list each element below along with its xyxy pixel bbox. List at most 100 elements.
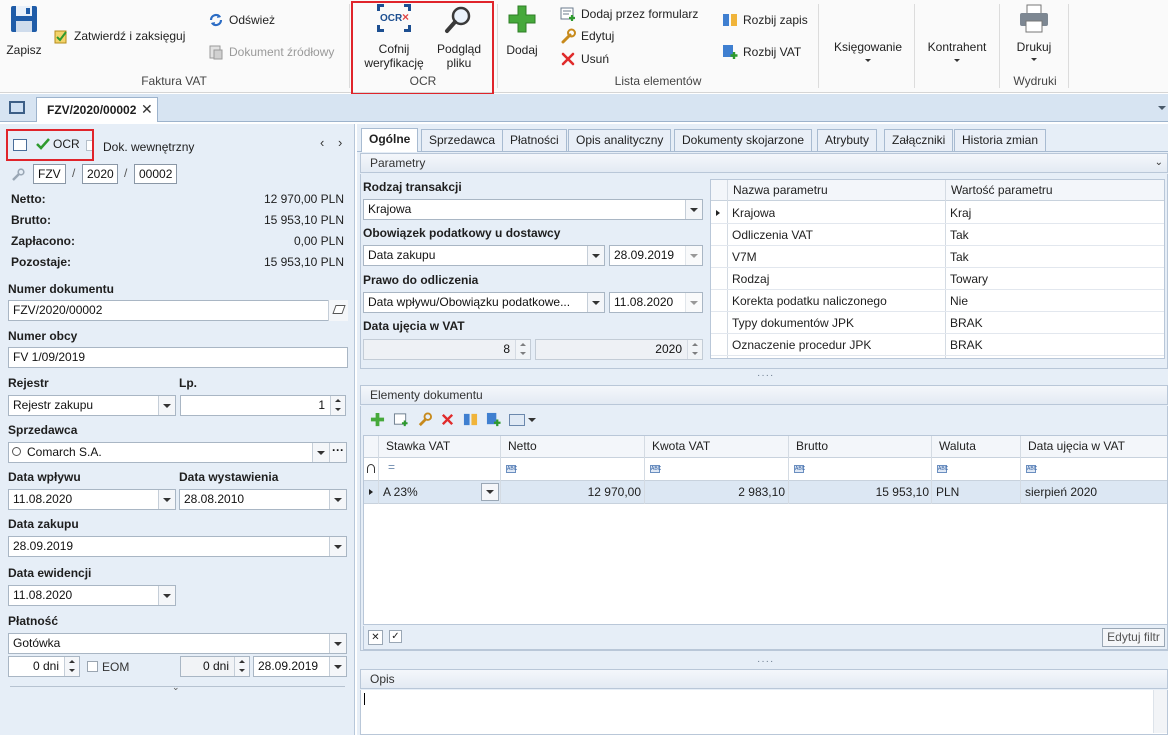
description-textarea[interactable] — [360, 690, 1168, 735]
wrench-icon[interactable] — [11, 168, 25, 182]
chevron-down-icon[interactable] — [587, 246, 604, 265]
col-vat-amount[interactable]: Kwota VAT — [646, 436, 710, 457]
payment-days-field-2[interactable]: 0 dni — [180, 656, 250, 677]
delete-button[interactable]: Usuń — [560, 50, 609, 68]
home-screen-icon[interactable] — [9, 101, 25, 114]
add-button[interactable]: Dodaj — [503, 4, 541, 57]
doc-number-seq[interactable]: 00002 — [134, 164, 177, 184]
chevron-down-icon[interactable] — [158, 490, 175, 509]
payment-date-field[interactable]: 28.09.2019 — [253, 656, 347, 677]
purchase-date-field[interactable]: 28.09.2019 — [8, 536, 347, 557]
add-via-form-button[interactable]: Dodaj przez formularz — [560, 5, 698, 23]
transaction-type-select[interactable]: Krajowa — [363, 199, 703, 220]
param-value-cell[interactable]: Tak — [950, 224, 969, 246]
param-name-cell[interactable]: Rodzaj — [732, 268, 769, 290]
table-row[interactable]: Odliczenia VAT Tak — [711, 224, 1164, 246]
filter-abc-net[interactable]: ABC — [506, 465, 517, 473]
splitter-grip[interactable]: ···· — [757, 370, 774, 381]
record-date-field[interactable]: 11.08.2020 — [8, 585, 176, 606]
eraser-icon[interactable] — [328, 300, 348, 321]
payment-select[interactable]: Gotówka — [8, 633, 347, 654]
tab-attachments[interactable]: Załączniki — [884, 129, 954, 151]
cell-vat-amount[interactable]: 2 983,10 — [645, 481, 785, 503]
spinner-icon[interactable] — [515, 340, 530, 359]
issue-date-field[interactable]: 28.08.2010 — [179, 489, 347, 510]
close-tab-icon[interactable]: ✕ — [141, 101, 153, 118]
param-value-cell[interactable]: Towary — [950, 268, 988, 290]
contractor-dropdown[interactable]: Kontrahent — [920, 40, 994, 62]
filter-abc-vat[interactable]: ABC — [650, 465, 661, 473]
ellipsis-icon[interactable]: ··· — [329, 443, 346, 462]
filter-abc-date[interactable]: ABC — [1026, 465, 1037, 473]
chevron-down-icon[interactable] — [158, 396, 175, 415]
col-net[interactable]: Netto — [502, 436, 537, 457]
param-value-cell[interactable]: BRAK — [950, 312, 983, 334]
param-name-cell[interactable]: Typy dokumentów JPK — [732, 312, 854, 334]
clear-filter-icon[interactable]: ✕ — [368, 630, 383, 645]
tax-obligation-date[interactable]: 28.09.2019 — [609, 245, 703, 266]
add-form-icon[interactable] — [393, 412, 409, 427]
seller-field[interactable]: Comarch S.A. ··· — [8, 442, 347, 463]
grid-header-param-value[interactable]: Wartość parametru — [945, 180, 1053, 201]
chevron-down-icon[interactable] — [329, 490, 346, 509]
cell-vat-rate[interactable]: A 23% — [383, 481, 418, 503]
red-x-icon[interactable] — [440, 412, 455, 427]
tab-payments[interactable]: Płatności — [502, 129, 567, 151]
doc-number-series[interactable]: FZV — [33, 164, 66, 184]
vat-year-field[interactable]: 2020 — [535, 339, 703, 360]
deduction-right-select[interactable]: Data wpływu/Obowiązku podatkowe... — [363, 292, 605, 313]
param-name-cell[interactable]: Krajowa — [732, 202, 775, 224]
receipt-date-field[interactable]: 11.08.2020 — [8, 489, 176, 510]
tab-linked-documents[interactable]: Dokumenty skojarzone — [674, 129, 813, 151]
enable-filter-checkbox[interactable]: ✓ — [389, 630, 402, 643]
table-row[interactable]: Typy dokumentów JPK BRAK — [711, 312, 1164, 334]
print-button[interactable]: Drukuj — [1006, 4, 1062, 61]
filter-abc-currency[interactable]: ABC — [937, 465, 948, 473]
tab-general[interactable]: Ogólne — [361, 128, 419, 152]
chevron-down-icon[interactable] — [685, 200, 702, 219]
param-value-cell[interactable]: Tak — [950, 246, 969, 268]
cell-vat-date[interactable]: sierpień 2020 — [1025, 481, 1097, 503]
cell-gross[interactable]: 15 953,10 — [789, 481, 929, 503]
filter-abc-gross[interactable]: ABC — [794, 465, 805, 473]
spinner-icon[interactable] — [687, 340, 702, 359]
tab-seller[interactable]: Sprzedawca — [421, 129, 504, 151]
foreign-number-field[interactable]: FV 1/09/2019 — [8, 347, 348, 368]
prev-document-icon[interactable]: ‹ — [320, 135, 324, 150]
tab-list-chevron-icon[interactable] — [1158, 106, 1166, 110]
filter-operator-equals[interactable]: = — [388, 460, 395, 474]
chevron-down-icon[interactable] — [329, 537, 346, 556]
tab-analytic-description[interactable]: Opis analityczny — [568, 129, 672, 151]
chevron-down-icon[interactable] — [329, 634, 346, 653]
refresh-button[interactable]: Odśwież — [208, 11, 275, 29]
chevron-down-icon[interactable] — [158, 586, 175, 605]
split-vat-icon[interactable] — [486, 412, 501, 427]
filter-icon[interactable] — [367, 464, 375, 473]
register-select[interactable]: Rejestr zakupu — [8, 395, 176, 416]
spinner-icon[interactable] — [64, 657, 79, 676]
wrench-icon[interactable] — [417, 412, 432, 427]
lp-field[interactable]: 1 — [180, 395, 346, 416]
table-row[interactable]: Korekta podatku naliczonego Nie — [711, 290, 1164, 312]
next-document-icon[interactable]: › — [338, 135, 342, 150]
table-row[interactable]: Rodzaj Towary — [711, 268, 1164, 290]
vat-month-field[interactable]: 8 — [363, 339, 531, 360]
more-actions-icon[interactable] — [509, 413, 536, 426]
eom-checkbox[interactable] — [87, 661, 98, 672]
param-name-cell[interactable]: Oznaczenie procedur JPK — [732, 334, 871, 356]
split-entry-icon[interactable] — [463, 412, 478, 427]
spinner-icon[interactable] — [234, 657, 249, 676]
cell-net[interactable]: 12 970,00 — [501, 481, 641, 503]
param-name-cell[interactable]: V7M — [732, 246, 757, 268]
chevron-down-icon[interactable] — [685, 246, 702, 265]
splitter-grip[interactable]: ···· — [757, 656, 774, 667]
add-element-icon[interactable] — [370, 412, 385, 427]
parameters-section-header[interactable]: Parametry ⌄ — [360, 153, 1168, 173]
split-entry-button[interactable]: Rozbij zapis — [722, 11, 808, 29]
col-currency[interactable]: Waluta — [933, 436, 976, 457]
param-value-cell[interactable]: BRAK — [950, 334, 983, 356]
document-tab[interactable]: FZV/2020/00002 ✕ — [36, 97, 158, 122]
grid-header-param-name[interactable]: Nazwa parametru — [727, 180, 828, 201]
split-vat-button[interactable]: Rozbij VAT — [722, 43, 801, 61]
param-name-cell[interactable]: Odliczenia VAT — [732, 224, 813, 246]
